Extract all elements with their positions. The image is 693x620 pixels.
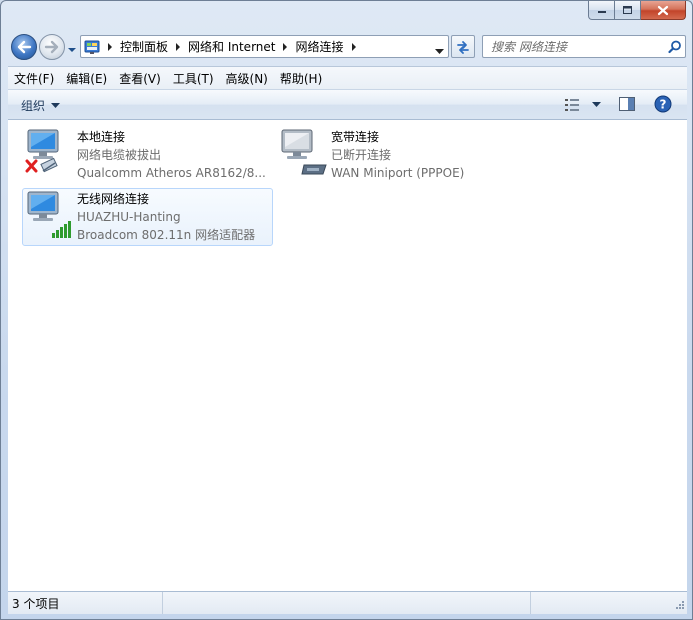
chevron-right-icon: [176, 42, 181, 51]
connection-name: 本地连接: [77, 130, 126, 144]
minimize-icon: [597, 11, 606, 13]
preview-pane-button[interactable]: [618, 96, 636, 115]
connection-device: WAN Miniport (PPPOE): [331, 166, 465, 180]
item-count: 3 个项目: [8, 592, 163, 614]
connection-name: 宽带连接: [331, 130, 380, 144]
connection-text: 无线网络连接 HUAZHU-Hanting Broadcom 802.11n 网…: [77, 189, 255, 244]
connection-wireless[interactable]: 无线网络连接 HUAZHU-Hanting Broadcom 802.11n 网…: [22, 188, 273, 246]
network-computer-icon: [277, 127, 331, 181]
details-view-icon: [565, 99, 579, 111]
status-pane: [163, 592, 531, 614]
connection-name: 无线网络连接: [77, 192, 150, 206]
search-box: [482, 35, 686, 58]
connection-status: 已断开连接: [331, 148, 392, 162]
chevron-down-icon: [51, 102, 61, 108]
status-bar: 3 个项目: [8, 591, 687, 614]
breadcrumb-separator[interactable]: [347, 42, 361, 51]
status-pane: [531, 592, 687, 614]
search-input[interactable]: [489, 38, 665, 55]
connection-status: 网络电缆被拔出: [77, 148, 162, 162]
caption-buttons: [588, 1, 686, 20]
menu-file[interactable]: 文件(F): [8, 70, 59, 87]
chevron-right-icon: [351, 42, 356, 51]
forward-button[interactable]: [39, 34, 65, 60]
connection-status: HUAZHU-Hanting: [77, 210, 181, 224]
breadcrumb-separator[interactable]: [278, 42, 292, 51]
chevron-down-icon: [592, 102, 601, 107]
organize-label: 组织: [21, 99, 46, 113]
help-icon: ?: [654, 95, 672, 113]
network-computer-icon: [23, 127, 77, 181]
explorer-window: 控制面板 网络和 Internet 网络连接 文件(F) 编辑(E) 查看(V)…: [0, 0, 693, 620]
refresh-button[interactable]: [451, 35, 475, 58]
close-icon: [657, 5, 669, 15]
connection-device: Qualcomm Atheros AR8162/8...: [77, 166, 266, 180]
breadcrumb-separator[interactable]: [171, 42, 185, 51]
resize-grip-icon[interactable]: [673, 600, 685, 612]
preview-pane-icon: [619, 97, 635, 111]
address-bar[interactable]: 控制面板 网络和 Internet 网络连接: [80, 35, 449, 58]
menu-view[interactable]: 查看(V): [113, 70, 166, 87]
back-button[interactable]: [11, 34, 37, 60]
menu-help[interactable]: 帮助(H): [274, 70, 327, 87]
menu-bar: 文件(F) 编辑(E) 查看(V) 工具(T) 高级(N) 帮助(H): [8, 66, 687, 89]
chevron-down-icon: [68, 48, 76, 52]
menu-advanced[interactable]: 高级(N): [220, 70, 273, 87]
connection-broadband[interactable]: 宽带连接 已断开连接 WAN Miniport (PPPOE): [276, 126, 526, 184]
ethernet-disconnected-icon: [25, 157, 58, 173]
minimize-button[interactable]: [588, 1, 615, 20]
connection-text: 本地连接 网络电缆被拔出 Qualcomm Atheros AR8162/8..…: [77, 127, 266, 182]
close-button[interactable]: [641, 1, 686, 20]
connections-list: 本地连接 网络电缆被拔出 Qualcomm Atheros AR8162/8..…: [8, 120, 687, 591]
wireless-signal-icon: [52, 221, 71, 238]
connection-local-area[interactable]: 本地连接 网络电缆被拔出 Qualcomm Atheros AR8162/8..…: [22, 126, 272, 184]
address-history-dropdown[interactable]: [435, 44, 444, 58]
arrow-right-icon: [44, 40, 59, 54]
breadcrumb-network-internet[interactable]: 网络和 Internet: [185, 38, 278, 55]
menu-tools[interactable]: 工具(T): [167, 70, 219, 87]
breadcrumb-network-connections[interactable]: 网络连接: [292, 38, 346, 55]
chevron-right-icon: [108, 42, 112, 51]
change-view-button[interactable]: [564, 97, 601, 113]
chevron-right-icon: [283, 42, 288, 51]
svg-text:?: ?: [660, 98, 667, 112]
connection-device: Broadcom 802.11n 网络适配器: [77, 228, 256, 242]
search-icon[interactable]: [665, 40, 685, 54]
breadcrumb-separator[interactable]: [103, 42, 117, 51]
broadband-modem-icon: [301, 164, 327, 175]
maximize-button[interactable]: [615, 1, 641, 20]
chevron-down-icon: [435, 49, 444, 54]
breadcrumb-control-panel[interactable]: 控制面板: [117, 38, 171, 55]
connection-text: 宽带连接 已断开连接 WAN Miniport (PPPOE): [331, 127, 464, 182]
command-bar: 组织 ?: [8, 89, 687, 120]
organize-button[interactable]: 组织: [21, 97, 61, 114]
network-computer-icon: [23, 189, 77, 243]
maximize-icon: [623, 6, 632, 14]
menu-edit[interactable]: 编辑(E): [60, 70, 112, 87]
refresh-icon: [457, 40, 469, 54]
arrow-left-icon: [17, 40, 32, 54]
control-panel-icon: [81, 36, 103, 57]
help-button[interactable]: ?: [654, 95, 672, 116]
recent-pages-dropdown[interactable]: [67, 43, 77, 57]
